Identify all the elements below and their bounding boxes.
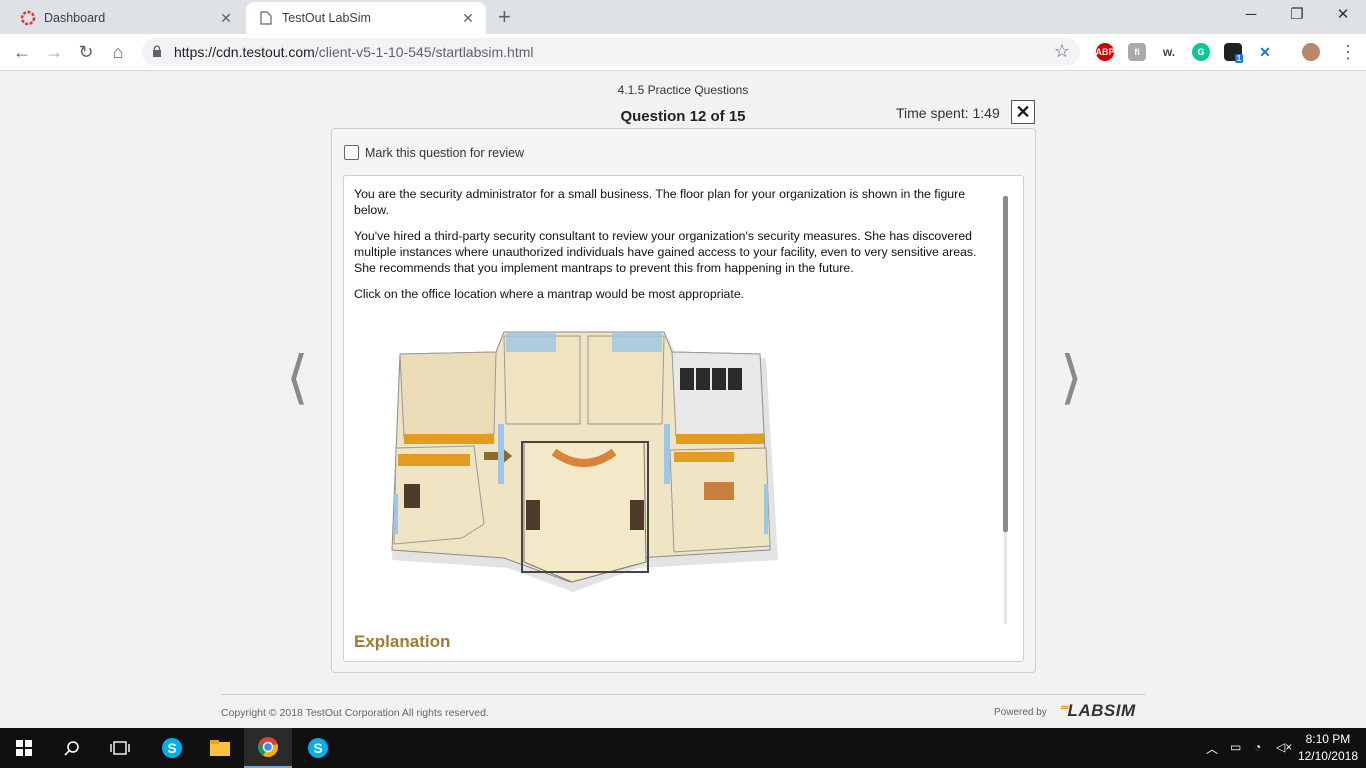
labsim-logo-text: LABSIM [1067, 701, 1136, 720]
windows-start-icon[interactable] [0, 728, 48, 768]
url-host: https://cdn.testout.com [174, 44, 315, 60]
next-question-icon[interactable]: ⟩ [1060, 349, 1083, 407]
volume-muted-icon[interactable]: ◁× [1276, 740, 1292, 754]
question-paragraph: You are the security administrator for a… [354, 187, 966, 217]
fivefilters-icon[interactable]: fi [1128, 43, 1146, 61]
maximize-icon[interactable]: ❐ [1274, 0, 1320, 30]
page-icon [258, 10, 274, 26]
forward-icon[interactable]: → [42, 40, 66, 64]
url-path: /client-v5-1-10-545/startlabsim.html [314, 44, 534, 60]
reception-lobby[interactable] [521, 441, 649, 583]
question-panel: Mark this question for review You are th… [331, 128, 1036, 673]
svg-text:S: S [167, 740, 176, 756]
url-text: https://cdn.testout.com/client-v5-1-10-5… [174, 44, 534, 60]
address-bar[interactable]: https://cdn.testout.com/client-v5-1-10-5… [142, 38, 1080, 66]
mark-review-label: Mark this question for review [365, 145, 525, 160]
grammarly-icon[interactable]: G [1192, 43, 1210, 61]
skype-business-icon[interactable]: S [294, 728, 342, 768]
office-top-middle-left[interactable] [503, 332, 581, 425]
minimize-icon[interactable]: ─ [1228, 0, 1274, 30]
battery-icon[interactable]: ▭ [1230, 740, 1241, 754]
clock-date: 12/10/2018 [1297, 749, 1358, 763]
office-bottom-right[interactable] [669, 447, 771, 553]
abp-icon[interactable]: ABP [1096, 43, 1115, 61]
tab-dashboard[interactable]: Dashboard ✕ [8, 2, 244, 34]
browser-tab-strip: Dashboard ✕ TestOut LabSim ✕ + ─ ❐ ✕ [0, 0, 1366, 34]
explanation-heading[interactable]: Explanation [354, 632, 450, 652]
cancel-extension-icon[interactable]: ✕ [1256, 43, 1274, 61]
new-tab-icon[interactable]: + [498, 6, 511, 28]
section-title: 4.1.5 Practice Questions [617, 83, 749, 97]
svg-text:S: S [313, 740, 322, 756]
wifi-icon[interactable]: ◔ [1254, 740, 1261, 754]
extension-badge-icon[interactable]: 1 [1224, 43, 1244, 63]
time-spent: Time spent: 1:49 [896, 105, 1000, 121]
question-paragraph: Click on the office location where a man… [354, 287, 745, 301]
task-view-icon[interactable] [96, 728, 144, 768]
labsim-page: 4.1.5 Practice Questions Question 12 of … [0, 71, 1366, 728]
server-room[interactable] [671, 351, 765, 444]
chrome-icon[interactable] [244, 728, 292, 768]
system-clock[interactable]: 8:10 PM 12/10/2018 [1298, 731, 1358, 765]
chevron-up-icon[interactable]: ︿ [1206, 740, 1218, 757]
office-bottom-left[interactable] [393, 445, 485, 545]
search-icon[interactable] [48, 728, 96, 768]
question-paragraph: You've hired a third-party security cons… [354, 229, 977, 275]
menu-kebab-icon[interactable]: ⋮ [1336, 40, 1360, 64]
tab-title: TestOut LabSim [282, 11, 371, 25]
clock-time: 8:10 PM [1305, 732, 1351, 746]
tab-close-icon[interactable]: ✕ [460, 10, 476, 26]
question-text: You are the security administrator for a… [354, 186, 984, 312]
lock-icon [153, 45, 161, 57]
back-icon[interactable]: ← [10, 40, 34, 64]
scrollbar-thumb[interactable] [1003, 196, 1008, 532]
copyright-text: Copyright © 2018 TestOut Corporation All… [221, 707, 489, 719]
mark-review-option[interactable]: Mark this question for review [344, 145, 524, 160]
extension-badge-count: 1 [1234, 53, 1244, 63]
window-close-icon[interactable]: ✕ [1320, 0, 1366, 30]
skype-icon[interactable]: S [148, 728, 196, 768]
reload-icon[interactable]: ↻ [74, 40, 98, 64]
powered-by-text: Powered by [994, 707, 1047, 718]
office-top-left[interactable] [399, 351, 497, 444]
w-icon[interactable]: w. [1160, 43, 1178, 61]
close-quiz-button[interactable]: ✕ [1011, 100, 1035, 124]
labsim-logo: ⁼LABSIM [1058, 701, 1136, 721]
windows-taskbar: S S ︿ ▭ ◔ ◁× 8:10 PM 12/10/2018 [0, 728, 1366, 768]
question-counter: Question 12 of 15 [620, 108, 746, 125]
bookmark-star-icon[interactable]: ☆ [1054, 41, 1070, 62]
browser-toolbar: ← → ↻ ⌂ https://cdn.testout.com/client-v… [0, 34, 1366, 71]
mark-review-checkbox[interactable] [344, 145, 359, 160]
tab-close-icon[interactable]: ✕ [218, 10, 234, 26]
previous-question-icon[interactable]: ⟨ [286, 349, 309, 407]
home-icon[interactable]: ⌂ [106, 40, 130, 64]
office-top-middle-right[interactable] [587, 332, 665, 425]
file-explorer-icon[interactable] [196, 728, 244, 768]
tab-testout-labsim[interactable]: TestOut LabSim ✕ [246, 2, 486, 34]
tab-title: Dashboard [44, 11, 106, 25]
testout-icon [20, 10, 36, 26]
question-content: You are the security administrator for a… [343, 175, 1024, 662]
floor-plan-figure[interactable] [374, 324, 794, 592]
footer-divider [221, 694, 1145, 695]
profile-avatar[interactable] [1302, 43, 1320, 61]
